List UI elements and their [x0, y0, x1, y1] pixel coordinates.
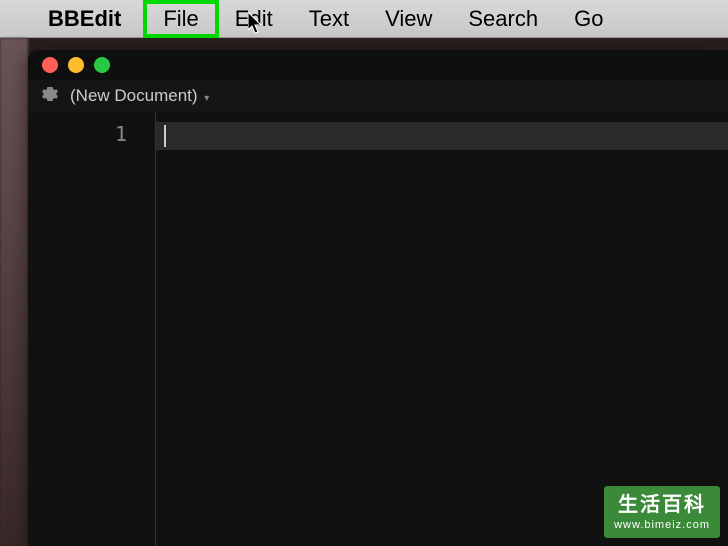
menu-go[interactable]: Go: [556, 2, 621, 36]
window-titlebar[interactable]: [28, 50, 728, 80]
watermark-title: 生活百科: [614, 492, 710, 518]
watermark-url: www.bimeiz.com: [614, 518, 710, 532]
menu-edit[interactable]: Edit: [217, 2, 291, 36]
menu-view[interactable]: View: [367, 2, 450, 36]
line-number-gutter: 1: [28, 112, 156, 546]
watermark-badge: 生活百科 www.bimeiz.com: [604, 486, 720, 538]
document-title-dropdown[interactable]: (New Document) ▾: [70, 86, 209, 106]
desktop-background: [0, 38, 28, 546]
text-editor[interactable]: [156, 112, 728, 546]
menu-file[interactable]: File: [145, 2, 216, 36]
minimize-icon[interactable]: [68, 57, 84, 73]
text-cursor-icon: [164, 125, 166, 147]
close-icon[interactable]: [42, 57, 58, 73]
maximize-icon[interactable]: [94, 57, 110, 73]
system-menubar: BBEdit File Edit Text View Search Go: [0, 0, 728, 38]
document-title-label: (New Document): [70, 86, 198, 105]
editor-area: 1: [28, 112, 728, 546]
gear-icon[interactable]: [42, 86, 58, 107]
editor-window: (New Document) ▾ 1: [28, 50, 728, 546]
chevron-down-icon: ▾: [204, 93, 209, 104]
app-name-menu[interactable]: BBEdit: [48, 6, 121, 32]
menu-search[interactable]: Search: [450, 2, 556, 36]
line-number: 1: [28, 122, 127, 146]
document-toolbar: (New Document) ▾: [28, 80, 728, 112]
current-line-highlight: [156, 122, 728, 150]
menu-text[interactable]: Text: [291, 2, 367, 36]
